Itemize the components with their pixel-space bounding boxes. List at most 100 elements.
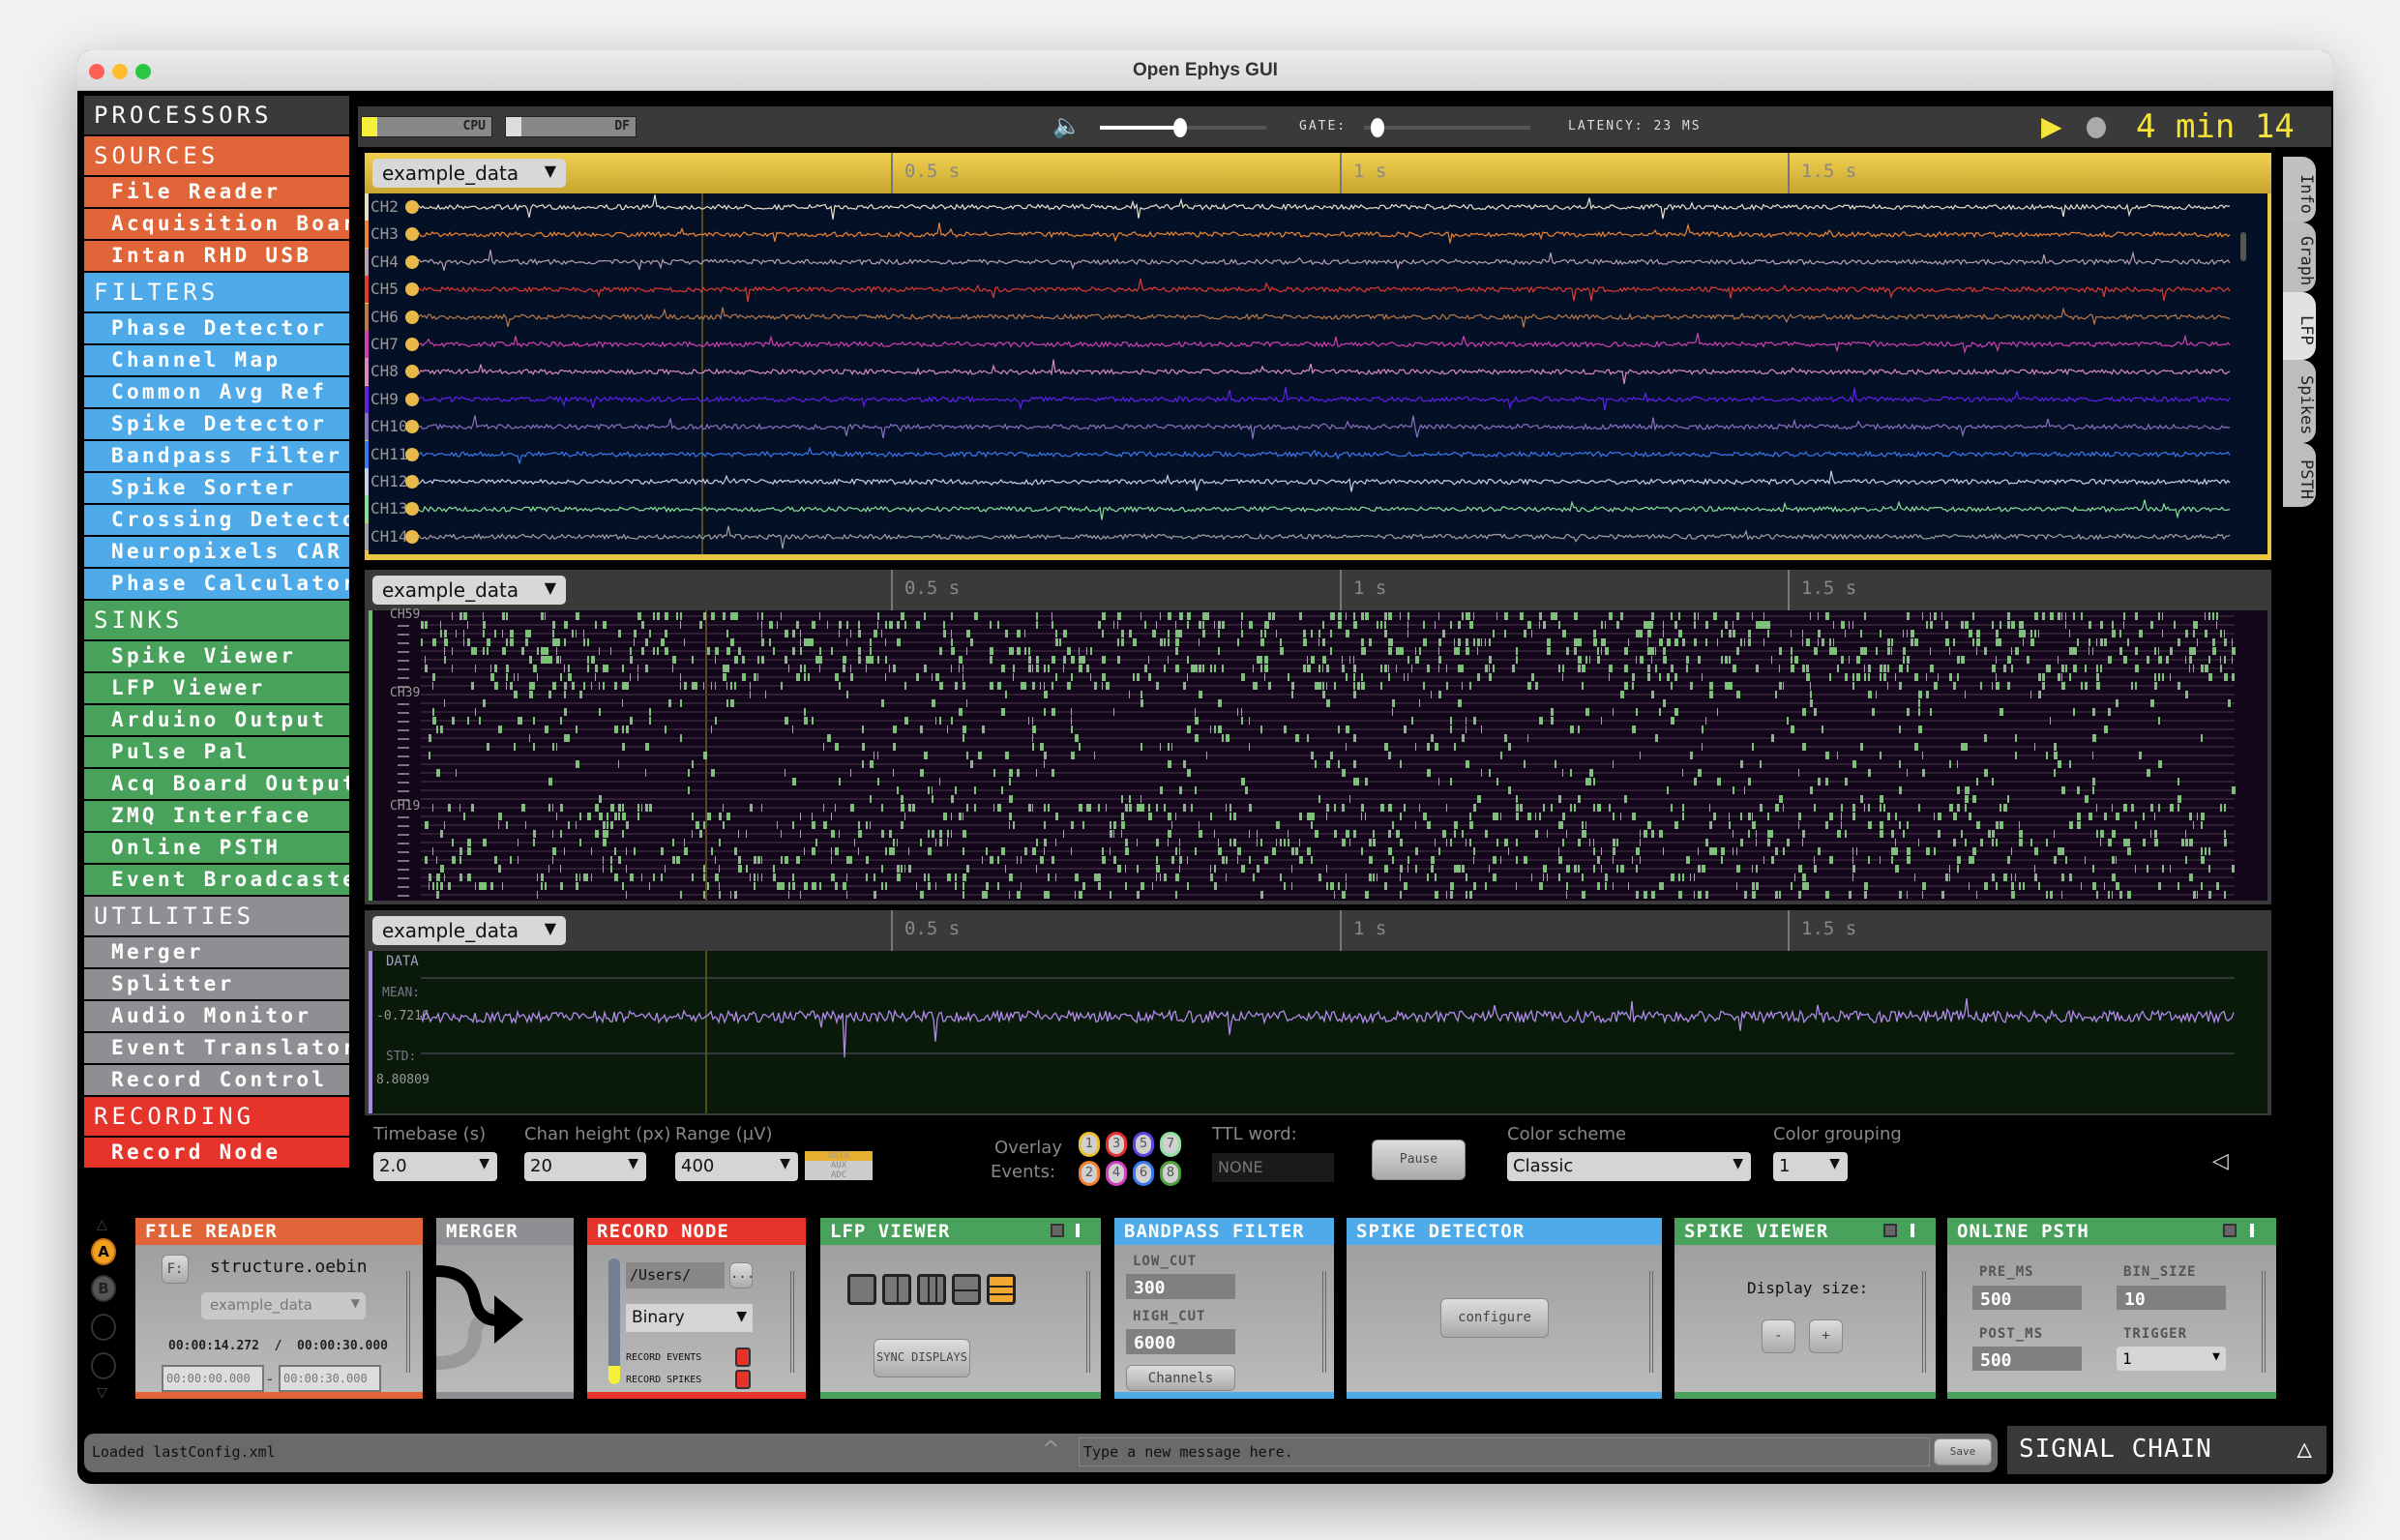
editor-resize-handle[interactable] — [2262, 1271, 2266, 1373]
timebase-select[interactable]: 2.0 ▼ — [373, 1152, 497, 1181]
layout-option-icon[interactable] — [882, 1274, 911, 1305]
configure-button[interactable]: configure — [1440, 1298, 1549, 1338]
record-events-toggle[interactable] — [735, 1348, 751, 1367]
increase-size-button[interactable]: + — [1809, 1319, 1843, 1353]
editor-resize-handle[interactable] — [790, 1271, 794, 1373]
tab-graph[interactable]: Graph — [2283, 222, 2316, 292]
signal-type-adc[interactable]: ADC — [805, 1170, 873, 1180]
tab-spikes[interactable]: Spikes — [2283, 360, 2316, 443]
save-message-button[interactable]: Save — [1934, 1438, 1992, 1466]
options-collapse-icon[interactable]: ◁ — [2212, 1149, 2229, 1173]
processor-item[interactable]: Common Avg Ref — [84, 377, 349, 407]
layout-option-icon[interactable] — [847, 1274, 876, 1305]
event-overlay-toggle[interactable]: 6 — [1133, 1161, 1154, 1186]
signal-type-aux[interactable]: AUX — [805, 1161, 873, 1170]
sync-displays-button[interactable]: SYNC DISPLAYS — [874, 1339, 970, 1377]
trigger-select[interactable]: 1 ▼ — [2117, 1347, 2226, 1371]
processor-item[interactable]: Channel Map — [84, 345, 349, 375]
bin-size-field[interactable]: 10 — [2117, 1286, 2226, 1310]
processor-item[interactable]: Acq Board Output — [84, 769, 349, 799]
channel-enable-dot[interactable] — [405, 475, 419, 489]
category-recording[interactable]: RECORDING — [84, 1097, 349, 1136]
event-overlay-toggle[interactable]: 8 — [1160, 1161, 1181, 1186]
processor-item[interactable]: Arduino Output — [84, 705, 349, 735]
processor-item[interactable]: ZMQ Interface — [84, 801, 349, 831]
processor-item[interactable]: Record Control — [84, 1065, 349, 1095]
signal-chain-b-button[interactable]: B — [91, 1275, 116, 1302]
processor-item[interactable]: Phase Calculator — [84, 569, 349, 599]
window-icon[interactable] — [1883, 1224, 1897, 1237]
scroll-up-icon[interactable]: △ — [97, 1217, 107, 1232]
processor-item[interactable]: Crossing Detector — [84, 505, 349, 535]
file-browse-button[interactable]: F: — [162, 1255, 189, 1284]
layout-option-icon[interactable] — [952, 1274, 981, 1305]
channels-button[interactable]: Channels — [1126, 1365, 1235, 1391]
scroll-down-icon[interactable]: ▽ — [97, 1385, 107, 1401]
editor-resize-handle[interactable] — [406, 1271, 410, 1373]
tab-icon[interactable] — [2250, 1224, 2254, 1237]
scrollbar[interactable] — [2240, 232, 2246, 261]
event-overlay-toggle[interactable]: 5 — [1133, 1132, 1154, 1157]
tab-psth[interactable]: PSTH — [2283, 443, 2316, 507]
gate-slider[interactable] — [1364, 118, 1530, 137]
processor-item[interactable]: Neuropixels CAR — [84, 537, 349, 567]
low-cut-field[interactable]: 300 — [1126, 1274, 1235, 1299]
play-button[interactable]: ▶ — [2041, 110, 2062, 142]
category-filters[interactable]: FILTERS — [84, 273, 349, 311]
processor-item[interactable]: Event Broadcaster — [84, 865, 349, 895]
post-ms-field[interactable]: 500 — [1972, 1347, 2082, 1371]
tab-icon[interactable] — [1911, 1224, 1914, 1237]
event-overlay-toggle[interactable]: 3 — [1106, 1132, 1127, 1157]
editor-resize-handle[interactable] — [1322, 1271, 1326, 1373]
tab-icon[interactable] — [1076, 1224, 1080, 1237]
record-button[interactable] — [2087, 117, 2106, 138]
channel-enable-dot[interactable] — [405, 310, 419, 324]
single-channel-area[interactable]: DATA MEAN: -0.7216 STD: 8.80809 — [369, 951, 2267, 1113]
expand-messages-icon[interactable]: ^ — [1042, 1437, 1059, 1462]
processor-item[interactable]: Pulse Pal — [84, 737, 349, 767]
lfp-trace-area[interactable]: CH2 CH3 CH4 CH5 CH6 CH7 CH8 CH9 CH10 CH11 CH12 CH13… — [365, 193, 2267, 554]
stream-dropdown[interactable]: example_data ▼ — [372, 159, 566, 188]
range-select[interactable]: 400 ▼ — [675, 1152, 798, 1181]
high-cut-field[interactable]: 6000 — [1126, 1329, 1235, 1354]
pause-button[interactable]: Pause — [1372, 1140, 1466, 1180]
processor-item[interactable]: Record Node — [84, 1138, 349, 1168]
channel-enable-dot[interactable] — [405, 447, 419, 461]
processor-item[interactable]: Intan RHD USB — [84, 241, 349, 271]
stream-select[interactable]: example_data ▼ — [201, 1292, 366, 1319]
record-spikes-toggle[interactable] — [735, 1370, 751, 1389]
record-format-select[interactable]: Binary ▼ — [626, 1304, 753, 1332]
category-utilities[interactable]: UTILITIES — [84, 897, 349, 935]
event-overlay-toggle[interactable]: 4 — [1106, 1161, 1127, 1186]
editor-resize-handle[interactable] — [1086, 1271, 1090, 1373]
processor-item[interactable]: LFP Viewer — [84, 673, 349, 703]
window-icon[interactable] — [2223, 1224, 2237, 1237]
volume-slider[interactable] — [1100, 118, 1266, 137]
editor-resize-handle[interactable] — [1649, 1271, 1653, 1373]
message-input[interactable] — [1079, 1437, 1930, 1466]
signal-chain-slot[interactable] — [91, 1314, 116, 1341]
end-time-field[interactable]: 00:00:30.000 — [279, 1365, 381, 1392]
stream-dropdown[interactable]: example_data ▼ — [372, 576, 566, 605]
editor-resize-handle[interactable] — [1922, 1271, 1926, 1373]
channel-enable-dot[interactable] — [405, 338, 419, 351]
pre-ms-field[interactable]: 500 — [1972, 1286, 2082, 1310]
event-overlay-toggle[interactable]: 1 — [1079, 1132, 1100, 1157]
color-grouping-select[interactable]: 1 ▼ — [1773, 1152, 1848, 1181]
channel-enable-dot[interactable] — [405, 392, 419, 406]
layout-option-icon[interactable] — [917, 1274, 946, 1305]
event-overlay-toggle[interactable]: 7 — [1160, 1132, 1181, 1157]
processor-item[interactable]: Online PSTH — [84, 833, 349, 863]
processor-item[interactable]: Merger — [84, 937, 349, 967]
processor-item[interactable]: Spike Detector — [84, 409, 349, 439]
processor-item[interactable]: Phase Detector — [84, 313, 349, 343]
channel-enable-dot[interactable] — [405, 200, 419, 214]
processor-item[interactable]: Audio Monitor — [84, 1001, 349, 1031]
layout-option-icon[interactable] — [987, 1274, 1016, 1305]
signal-chain-slot[interactable] — [91, 1352, 116, 1379]
tab-info[interactable]: Info — [2283, 157, 2316, 222]
signal-chain-a-button[interactable]: A — [91, 1238, 116, 1265]
speaker-icon[interactable]: 🔈 — [1052, 112, 1081, 139]
processor-item[interactable]: Acquisition Board — [84, 209, 349, 239]
stream-dropdown[interactable]: example_data ▼ — [372, 916, 566, 945]
